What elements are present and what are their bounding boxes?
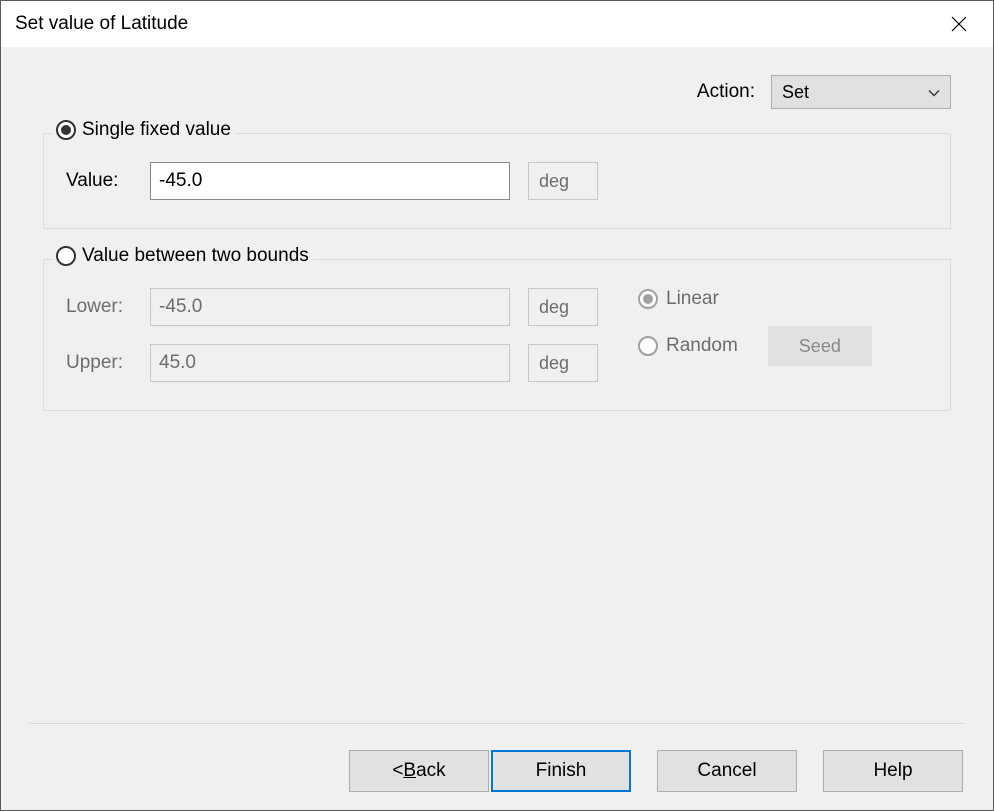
linear-radio [638,289,658,309]
chevron-down-icon [928,82,940,103]
dialog-title: Set value of Latitude [15,13,188,35]
single-value-group: Single fixed value Value: deg [43,133,951,229]
random-option: Random Seed [638,326,872,366]
upper-input [150,344,510,382]
action-row: Action: Set [43,75,951,109]
action-label: Action: [697,81,755,103]
back-button[interactable]: < Back [349,750,489,792]
random-label: Random [666,335,738,357]
help-button[interactable]: Help [823,750,963,792]
range-value-group: Value between two bounds Lower: deg Uppe… [43,259,951,411]
random-radio [638,336,658,356]
back-mnemonic: B [403,760,416,782]
linear-label: Linear [666,288,719,310]
lower-label: Lower: [66,296,140,318]
close-button[interactable] [939,4,979,44]
dialog-content: Action: Set Single fixed value Value: de… [1,47,993,810]
single-value-radio[interactable] [56,120,76,140]
value-unit: deg [528,162,598,200]
value-input[interactable] [150,162,510,200]
footer-separator [29,723,965,724]
action-select-value: Set [782,82,809,103]
lower-input [150,288,510,326]
upper-unit: deg [528,344,598,382]
close-icon [951,16,967,32]
distribution-group: Linear Random Seed [638,288,872,366]
footer-buttons: < Back Finish Cancel Help [1,750,993,792]
upper-label: Upper: [66,352,140,374]
range-value-legend-label: Value between two bounds [82,245,309,267]
lower-unit: deg [528,288,598,326]
dialog-window: Set value of Latitude Action: Set Single… [0,0,994,811]
back-suffix: ack [416,760,446,782]
range-value-radio[interactable] [56,246,76,266]
cancel-button[interactable]: Cancel [657,750,797,792]
value-label: Value: [66,170,140,192]
seed-button: Seed [768,326,872,366]
linear-option: Linear [638,288,872,310]
finish-button[interactable]: Finish [491,750,631,792]
single-value-legend-label: Single fixed value [82,119,231,141]
range-value-legend[interactable]: Value between two bounds [52,245,313,267]
titlebar: Set value of Latitude [1,1,993,47]
action-select[interactable]: Set [771,75,951,109]
single-value-legend[interactable]: Single fixed value [52,119,235,141]
back-prefix: < [392,760,403,782]
